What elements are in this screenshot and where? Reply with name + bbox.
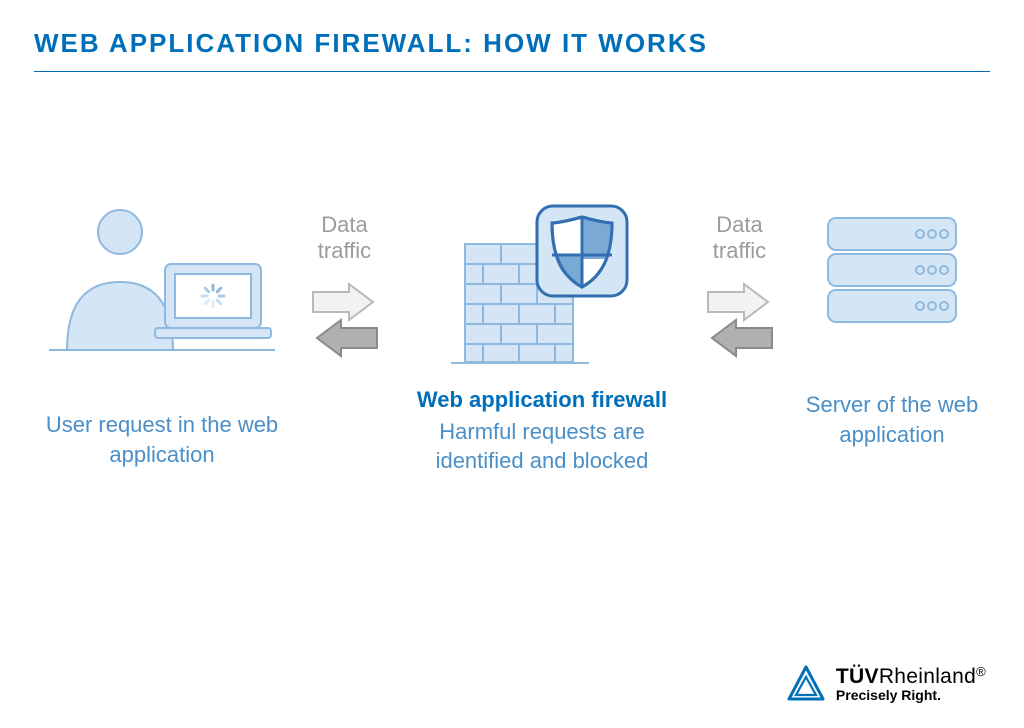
server-caption: Server of the web application bbox=[802, 390, 982, 449]
waf-subtitle: Harmful requests are identified and bloc… bbox=[407, 417, 677, 476]
arrows-right-column: Data traffic bbox=[690, 212, 790, 358]
page-title: WEB APPLICATION FIREWALL: HOW IT WORKS bbox=[34, 28, 990, 72]
server-column: Server of the web application bbox=[802, 202, 982, 449]
arrow-right-label: Data traffic bbox=[690, 212, 790, 264]
arrow-left-label: Data traffic bbox=[295, 212, 395, 264]
waf-title: Web application firewall bbox=[417, 385, 667, 415]
user-caption: User request in the web application bbox=[42, 410, 282, 469]
arrows-left-column: Data traffic bbox=[295, 212, 395, 358]
server-rack-icon bbox=[820, 202, 965, 332]
user-laptop-icon bbox=[47, 202, 277, 352]
diagram-row: User request in the web application Data… bbox=[34, 202, 990, 476]
bidirectional-arrows-icon bbox=[307, 282, 383, 358]
firewall-column: Web application firewall Harmful request… bbox=[407, 202, 677, 476]
brand-logo: TÜVRheinland® Precisely Right. bbox=[786, 664, 986, 704]
bidirectional-arrows-icon bbox=[702, 282, 778, 358]
logo-brand-text: TÜVRheinland® bbox=[836, 665, 986, 688]
tuv-triangle-icon bbox=[786, 664, 826, 704]
logo-tagline: Precisely Right. bbox=[836, 688, 986, 703]
firewall-shield-icon bbox=[447, 202, 637, 367]
user-column: User request in the web application bbox=[42, 202, 282, 469]
